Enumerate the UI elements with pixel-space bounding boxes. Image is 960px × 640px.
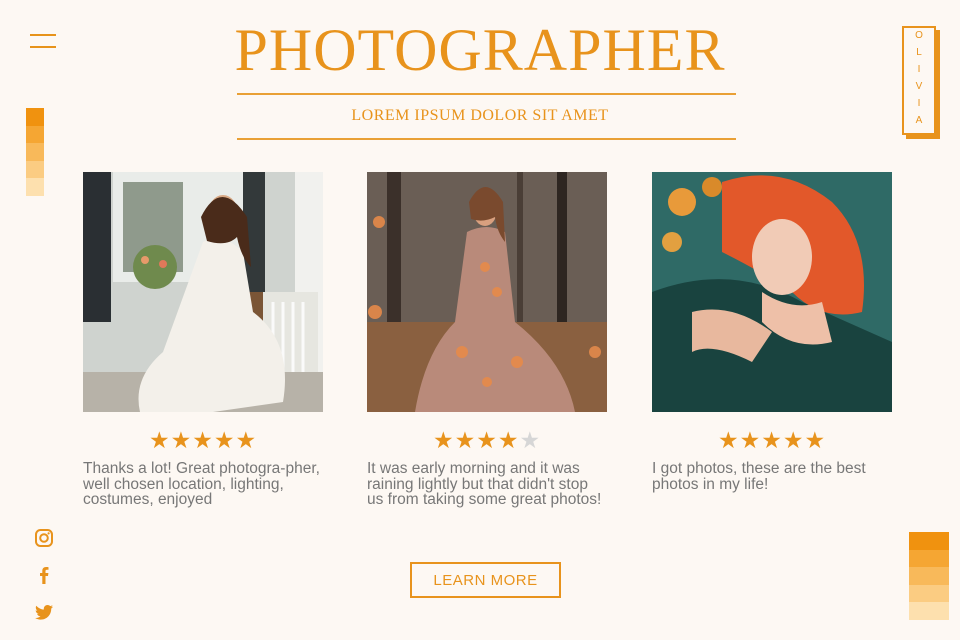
name-tag: OLIVIA xyxy=(902,26,936,135)
twitter-icon[interactable] xyxy=(34,602,54,622)
testimonial-photo xyxy=(652,172,892,412)
testimonial-photo xyxy=(83,172,323,422)
testimonial-text: Thanks a lot! Great photogra-pher, well … xyxy=(83,460,320,508)
page-title: PHOTOGRAPHER xyxy=(234,17,726,83)
learn-more-button[interactable]: LEARN MORE xyxy=(410,562,561,598)
star-filled-icon: ★ xyxy=(170,427,193,453)
star-empty-icon: ★ xyxy=(519,427,542,453)
star-filled-icon: ★ xyxy=(454,427,477,453)
star-filled-icon: ★ xyxy=(739,427,762,453)
divider-bottom xyxy=(237,138,736,140)
star-filled-icon: ★ xyxy=(192,427,214,453)
star-filled-icon: ★ xyxy=(782,427,805,453)
star-filled-icon: ★ xyxy=(148,427,171,453)
star-filled-icon: ★ xyxy=(717,427,740,453)
star-rating: ★★★★★ xyxy=(652,427,892,453)
instagram-icon[interactable] xyxy=(34,528,54,548)
testimonial-card: ★★★★★ I got photos, these are the best p… xyxy=(652,172,892,492)
name-tag-label: OLIVIA xyxy=(913,29,925,132)
star-rating: ★★★★★ xyxy=(83,427,323,453)
star-filled-icon: ★ xyxy=(761,427,783,453)
testimonial-card: ★★★★★ Thanks a lot! Great photogra-pher,… xyxy=(83,172,323,508)
color-swatches-right xyxy=(909,532,949,620)
star-filled-icon: ★ xyxy=(213,427,236,453)
testimonial-photo xyxy=(367,172,607,412)
star-rating: ★★★★★ xyxy=(367,427,607,453)
star-filled-icon: ★ xyxy=(804,427,827,453)
testimonial-text: It was early morning and it was raining … xyxy=(367,460,602,508)
testimonial-card: ★★★★★ It was early morning and it was ra… xyxy=(367,172,607,508)
star-filled-icon: ★ xyxy=(476,427,498,453)
star-filled-icon: ★ xyxy=(497,427,520,453)
star-filled-icon: ★ xyxy=(432,427,455,453)
divider-top xyxy=(237,93,736,95)
star-filled-icon: ★ xyxy=(235,427,258,453)
page-subtitle: LOREM IPSUM DOLOR SIT AMET xyxy=(351,107,609,124)
testimonial-text: I got photos, these are the best photos … xyxy=(652,460,866,493)
facebook-icon[interactable] xyxy=(34,565,54,585)
